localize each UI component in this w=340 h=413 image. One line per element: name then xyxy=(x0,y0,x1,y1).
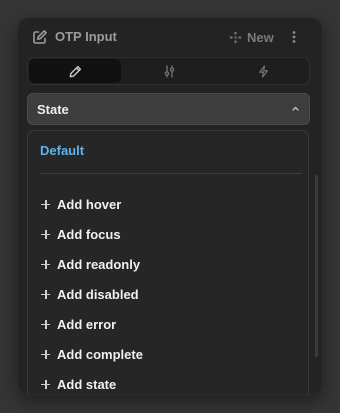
add-state-list: Add hover Add focus Add readonly Add dis… xyxy=(41,189,281,395)
option-label: Add error xyxy=(57,316,117,332)
add-disabled-option[interactable]: Add disabled xyxy=(41,279,281,309)
edit-square-icon xyxy=(33,30,47,44)
panel-tabs xyxy=(27,57,310,85)
plus-icon xyxy=(41,319,50,329)
add-focus-option[interactable]: Add focus xyxy=(41,219,281,249)
sliders-icon xyxy=(164,64,174,78)
plus-icon xyxy=(41,199,50,209)
plus-icon xyxy=(41,229,50,239)
option-label: Add focus xyxy=(57,226,121,242)
chevron-up-icon xyxy=(292,106,299,111)
tab-design[interactable] xyxy=(29,59,121,83)
more-options-button[interactable] xyxy=(286,28,302,46)
menu-divider xyxy=(40,173,302,174)
plus-icon xyxy=(41,289,50,299)
option-label: Add state xyxy=(57,376,117,392)
menu-scrollbar[interactable] xyxy=(315,175,318,357)
add-hover-option[interactable]: Add hover xyxy=(41,189,281,219)
option-label: Add complete xyxy=(57,346,143,362)
pencil-icon xyxy=(69,65,81,77)
state-option-default[interactable]: Default xyxy=(40,143,84,158)
properties-panel: OTP Input New State Default Add hover Ad… xyxy=(18,18,322,395)
tab-settings[interactable] xyxy=(123,59,215,83)
state-select[interactable]: State xyxy=(27,93,310,125)
tab-interactions[interactable] xyxy=(217,59,309,83)
plus-icon xyxy=(41,379,50,389)
vertical-dots-icon xyxy=(292,31,296,43)
lightning-icon xyxy=(258,64,268,78)
move-icon xyxy=(230,31,241,43)
state-select-label: State xyxy=(37,102,69,117)
option-label: Add readonly xyxy=(57,256,141,272)
option-label: Add hover xyxy=(57,196,122,212)
add-error-option[interactable]: Add error xyxy=(41,309,281,339)
add-state-option[interactable]: Add state xyxy=(41,369,281,395)
add-complete-option[interactable]: Add complete xyxy=(41,339,281,369)
option-label: Add disabled xyxy=(57,286,139,302)
panel-header: OTP Input New xyxy=(18,18,322,56)
new-button-label: New xyxy=(247,29,274,45)
new-button[interactable]: New xyxy=(230,27,274,47)
plus-icon xyxy=(41,259,50,269)
plus-icon xyxy=(41,349,50,359)
state-dropdown-menu: Default Add hover Add focus Add readonly… xyxy=(27,130,318,395)
component-title: OTP Input xyxy=(55,29,117,44)
add-readonly-option[interactable]: Add readonly xyxy=(41,249,281,279)
